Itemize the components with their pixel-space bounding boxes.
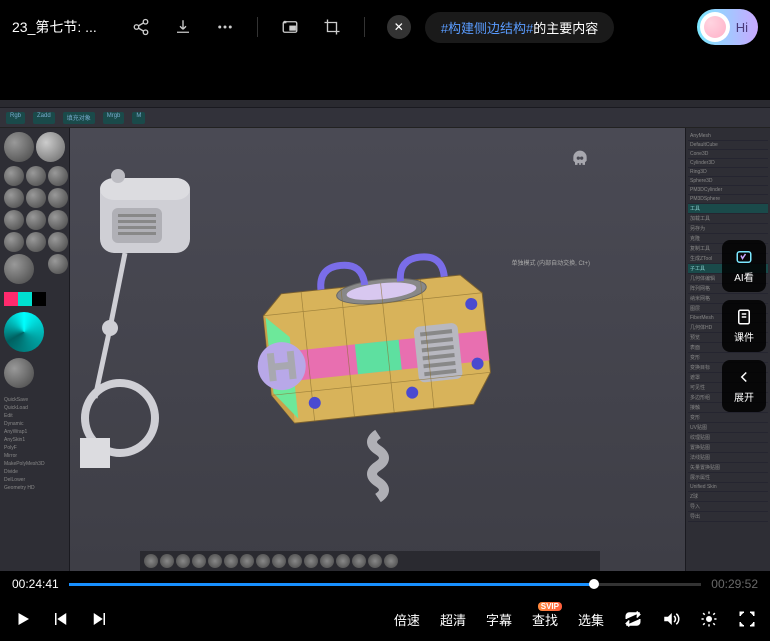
expand-button[interactable]: 展开	[722, 360, 766, 412]
episodes-button[interactable]: 选集	[578, 610, 604, 629]
avatar	[700, 12, 730, 42]
courseware-button[interactable]: 课件	[722, 300, 766, 352]
ai-watch-button[interactable]: AI看	[722, 240, 766, 292]
speed-button[interactable]: 倍速	[394, 610, 420, 629]
next-icon[interactable]	[90, 610, 108, 628]
find-button[interactable]: 查找 SVIP	[532, 610, 558, 629]
subtitle-button[interactable]: 字幕	[486, 610, 512, 629]
more-icon[interactable]	[215, 17, 235, 37]
crop-icon[interactable]	[322, 17, 342, 37]
app-left-panel: QuickSaveQuickLoadEditDynamic AnyWrap1An…	[0, 128, 70, 571]
close-icon[interactable]: ✕	[387, 15, 411, 39]
settings-icon[interactable]	[700, 610, 718, 628]
play-icon[interactable]	[14, 610, 32, 628]
quality-button[interactable]: 超清	[440, 610, 466, 629]
divider	[257, 17, 258, 37]
download-icon[interactable]	[173, 17, 193, 37]
topic-chip[interactable]: #构建侧边结构# 的主要内容	[425, 12, 614, 43]
previous-icon[interactable]	[52, 610, 70, 628]
pip-icon[interactable]	[280, 17, 300, 37]
current-time: 00:24:41	[12, 577, 59, 591]
video-content: Rgb Zadd 填充对象 Mrgb M	[0, 100, 770, 571]
assistant-avatar-button[interactable]: Hi	[697, 9, 758, 45]
video-title: 23_第七节: ...	[12, 17, 97, 37]
hi-label: Hi	[736, 20, 748, 35]
hashtag-suffix: 的主要内容	[533, 18, 598, 37]
divider	[364, 17, 365, 37]
progress-slider[interactable]	[69, 583, 702, 586]
svip-badge: SVIP	[538, 602, 562, 611]
volume-icon[interactable]	[662, 610, 680, 628]
share-icon[interactable]	[131, 17, 151, 37]
loop-icon[interactable]	[624, 610, 642, 628]
hashtag-text: #构建侧边结构#	[441, 18, 533, 37]
fullscreen-icon[interactable]	[738, 610, 756, 628]
total-time: 00:29:52	[711, 577, 758, 591]
app-viewport: 单独模式 (内部自动交换, Ct+)	[70, 128, 685, 571]
